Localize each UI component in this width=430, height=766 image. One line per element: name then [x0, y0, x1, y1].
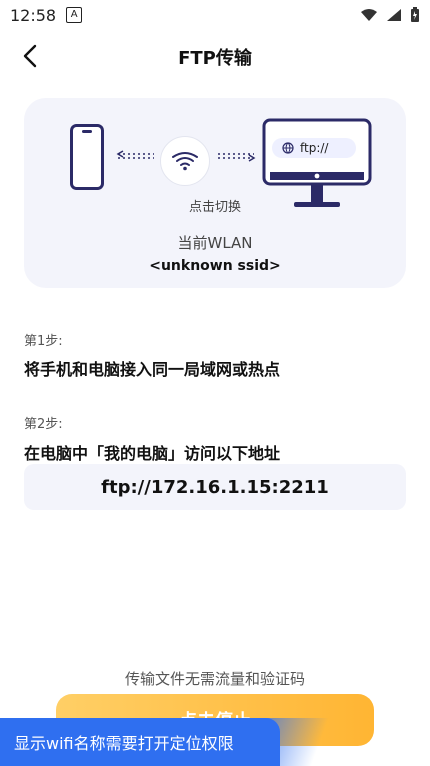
current-wlan-label: 当前WLAN	[177, 234, 253, 252]
cellular-signal-icon	[387, 9, 401, 21]
location-banner-text: 显示wifi名称需要打开定位权限	[14, 734, 234, 753]
status-right	[360, 7, 420, 23]
battery-charging-icon	[411, 7, 419, 22]
ftp-chip-text: ftp://	[300, 141, 329, 155]
switch-wlan-button[interactable]	[160, 136, 210, 186]
status-bar: 12:58 A	[0, 0, 430, 30]
status-left: 12:58 A	[10, 5, 83, 25]
ssid-value: <unknown ssid>	[149, 258, 281, 274]
top-header: FTP传输	[0, 30, 430, 86]
wifi-icon	[172, 152, 198, 171]
switch-label: 点击切换	[188, 200, 241, 215]
step-2-label: 第2步:	[24, 417, 63, 432]
status-time: 12:58	[10, 5, 57, 25]
step-1-text: 将手机和电脑接入同一局域网或热点	[24, 360, 281, 379]
step-1-label: 第1步:	[24, 334, 63, 349]
step-2-text: 在电脑中「我的电脑」访问以下地址	[24, 444, 281, 463]
no-data-note: 传输文件无需流量和验证码	[124, 670, 305, 688]
ftp-address-chip: ftp://	[272, 138, 356, 158]
notification-a-icon: A	[66, 7, 83, 23]
location-permission-banner[interactable]: 显示wifi名称需要打开定位权限	[0, 718, 280, 766]
dotted-arrow-icon	[218, 153, 256, 162]
ftp-transfer-screen: 12:58 A FTP传输 ftp:// 点击切换 当前WLAN <unknow…	[0, 0, 430, 766]
ftp-address[interactable]: ftp://172.16.1.15:2211	[24, 464, 406, 510]
globe-icon	[282, 142, 294, 154]
dotted-arrow-icon	[116, 150, 154, 159]
phone-icon	[70, 124, 104, 190]
wifi-signal-icon	[361, 9, 377, 21]
wlan-card: ftp:// 点击切换 当前WLAN <unknown ssid>	[24, 98, 406, 288]
page-title: FTP传输	[178, 48, 252, 69]
